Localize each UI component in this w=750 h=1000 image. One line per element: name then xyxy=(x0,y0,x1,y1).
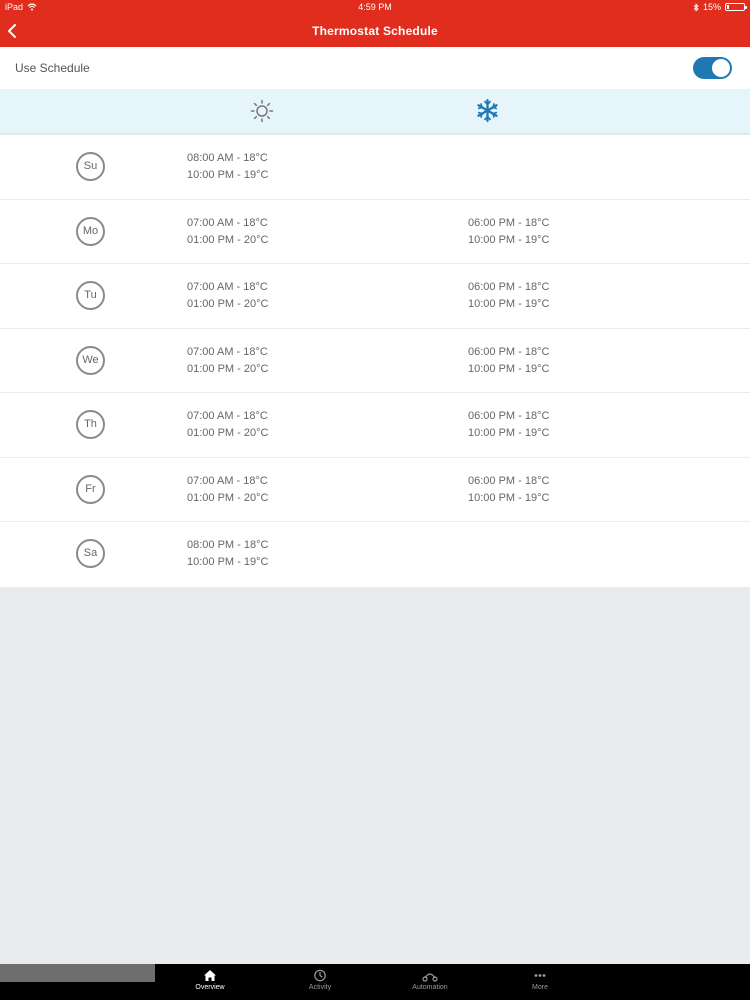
day-badge: Sa xyxy=(76,539,105,568)
day-row-monday[interactable]: Mo 07:00 AM - 18°C 01:00 PM - 20°C 06:00… xyxy=(0,200,750,264)
day-row-saturday[interactable]: Sa 08:00 PM - 18°C 10:00 PM - 19°C xyxy=(0,522,750,587)
automation-icon xyxy=(422,973,438,982)
slot-time: 08:00 PM - 18°C xyxy=(187,539,269,551)
day-row-wednesday[interactable]: We 07:00 AM - 18°C 01:00 PM - 20°C 06:00… xyxy=(0,329,750,393)
tab-bar: Overview Activity Automation More xyxy=(0,964,750,1000)
heat-slots: 07:00 AM - 18°C 01:00 PM - 20°C xyxy=(187,473,268,507)
cool-slots: 06:00 PM - 18°C 10:00 PM - 19°C xyxy=(468,279,549,313)
battery-percent: 15% xyxy=(702,2,721,12)
day-badge: Mo xyxy=(76,216,105,246)
day-row-thursday[interactable]: Th 07:00 AM - 18°C 01:00 PM - 20°C 06:00… xyxy=(0,393,750,458)
tab-more[interactable]: More xyxy=(505,969,575,991)
slot-time: 08:00 AM - 18°C xyxy=(187,152,268,164)
slot-time: 01:00 PM - 20°C xyxy=(187,233,269,246)
status-time: 4:59 PM xyxy=(358,2,392,12)
day-badge: Tu xyxy=(76,281,105,310)
use-schedule-row: Use Schedule xyxy=(0,47,750,89)
slot-time: 01:00 PM - 20°C xyxy=(187,362,269,375)
slot-time: 07:00 AM - 18°C xyxy=(187,474,268,487)
slot-time: 10:00 PM - 19°C xyxy=(187,169,269,181)
use-schedule-toggle[interactable] xyxy=(693,57,732,79)
sun-icon xyxy=(250,99,274,123)
tab-label: Automation xyxy=(412,984,448,991)
tab-label: More xyxy=(532,984,548,991)
status-right: 15% xyxy=(693,2,747,12)
status-bar: iPad 4:59 PM 15% xyxy=(0,0,750,14)
mode-header xyxy=(0,89,750,134)
tab-label: Activity xyxy=(308,984,332,991)
slot-time: 10:00 PM - 19°C xyxy=(468,427,550,439)
cool-slots: 06:00 PM - 18°C 10:00 PM - 19°C xyxy=(468,473,549,507)
heat-slots: 07:00 AM - 18°C 01:00 PM - 20°C xyxy=(187,344,268,378)
heat-slots: 08:00 PM - 18°C 10:00 PM - 19°C xyxy=(187,537,268,571)
header: iPad 4:59 PM 15% Thermostat Schedule xyxy=(0,0,750,47)
tab-activity[interactable]: Activity xyxy=(285,969,355,991)
day-row-friday[interactable]: Fr 07:00 AM - 18°C 01:00 PM - 20°C 06:00… xyxy=(0,458,750,522)
tab-bar-overlay xyxy=(0,964,155,982)
tab-overview[interactable]: Overview xyxy=(175,969,245,991)
snowflake-icon xyxy=(477,98,498,123)
slot-time: 06:00 PM - 18°C xyxy=(468,474,550,487)
slot-time: 01:00 PM - 20°C xyxy=(187,491,269,504)
heat-slots: 07:00 AM - 18°C 01:00 PM - 20°C xyxy=(187,279,268,313)
home-icon xyxy=(204,970,216,981)
slot-time: 10:00 PM - 19°C xyxy=(468,362,550,375)
slot-time: 06:00 PM - 18°C xyxy=(468,410,550,422)
slot-time: 01:00 PM - 20°C xyxy=(187,427,269,439)
slot-time: 01:00 PM - 20°C xyxy=(187,298,269,310)
slot-time: 10:00 PM - 19°C xyxy=(468,491,550,504)
day-badge: Su xyxy=(76,152,105,181)
slot-time: 10:00 PM - 19°C xyxy=(187,556,269,568)
cool-slots: 06:00 PM - 18°C 10:00 PM - 19°C xyxy=(468,215,549,249)
use-schedule-label: Use Schedule xyxy=(15,61,90,75)
slot-time: 10:00 PM - 19°C xyxy=(468,298,550,310)
day-badge: Th xyxy=(76,410,105,439)
tab-automation[interactable]: Automation xyxy=(395,969,465,991)
schedule-list: Su 08:00 AM - 18°C 10:00 PM - 19°C Mo 07… xyxy=(0,135,750,587)
slot-time: 06:00 PM - 18°C xyxy=(468,281,550,293)
day-badge: We xyxy=(76,345,105,375)
heat-slots: 08:00 AM - 18°C 10:00 PM - 19°C xyxy=(187,150,268,184)
day-row-sunday[interactable]: Su 08:00 AM - 18°C 10:00 PM - 19°C xyxy=(0,135,750,200)
day-row-tuesday[interactable]: Tu 07:00 AM - 18°C 01:00 PM - 20°C 06:00… xyxy=(0,264,750,329)
heat-slots: 07:00 AM - 18°C 01:00 PM - 20°C xyxy=(187,408,268,442)
heat-slots: 07:00 AM - 18°C 01:00 PM - 20°C xyxy=(187,215,268,249)
page-title: Thermostat Schedule xyxy=(312,24,438,38)
slot-time: 07:00 AM - 18°C xyxy=(187,216,268,229)
day-badge: Fr xyxy=(76,474,105,504)
toggle-knob xyxy=(712,59,730,77)
slot-time: 07:00 AM - 18°C xyxy=(187,410,268,422)
slot-time: 06:00 PM - 18°C xyxy=(468,345,550,358)
slot-time: 07:00 AM - 18°C xyxy=(187,281,268,293)
activity-icon xyxy=(314,969,326,982)
cool-slots: 06:00 PM - 18°C 10:00 PM - 19°C xyxy=(468,408,549,442)
slot-time: 06:00 PM - 18°C xyxy=(468,216,550,229)
cool-slots: 06:00 PM - 18°C 10:00 PM - 19°C xyxy=(468,344,549,378)
app: iPad 4:59 PM 15% Thermostat Schedule Use… xyxy=(0,0,750,1000)
more-icon xyxy=(534,974,546,977)
battery-icon xyxy=(725,3,747,11)
slot-time: 10:00 PM - 19°C xyxy=(468,233,550,246)
tab-label: Overview xyxy=(195,984,225,991)
bluetooth-icon xyxy=(693,2,699,12)
slot-time: 07:00 AM - 18°C xyxy=(187,345,268,358)
battery-fill xyxy=(727,5,729,9)
